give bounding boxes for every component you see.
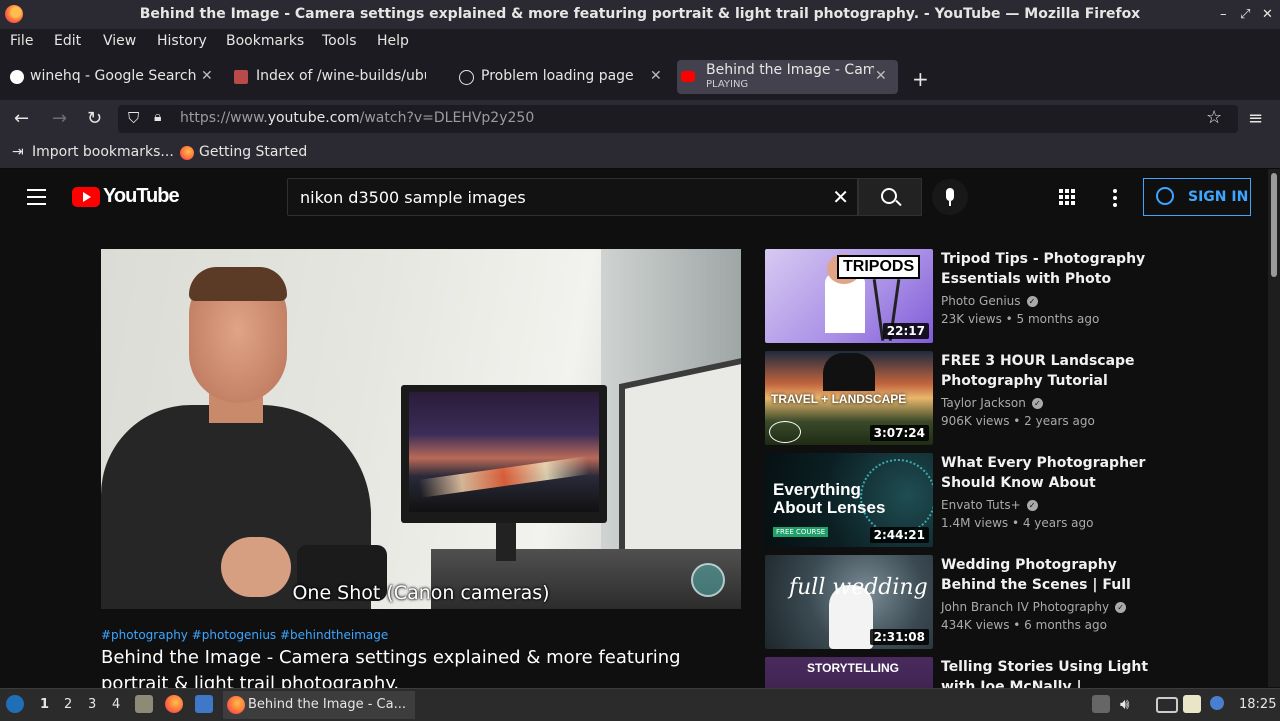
nav-toolbar: ← → ↻ ⛉ 🔒︎ https://www.youtube.com/watch… [0, 100, 1280, 138]
menu-history[interactable]: History [157, 33, 207, 49]
video-thumbnail[interactable]: TRAVEL + LANDSCAPE 3:07:24 [765, 351, 933, 445]
url-text[interactable]: https://www.youtube.com/watch?v=DLEHVp2y… [180, 110, 534, 126]
video-thumbnail[interactable]: Everything About Lenses FREE COURSE 2:44… [765, 453, 933, 547]
bookmark-star-icon[interactable]: ☆ [1206, 107, 1222, 128]
google-icon [10, 70, 24, 84]
workspace-3[interactable]: 3 [88, 697, 96, 712]
search-input[interactable] [298, 187, 822, 208]
bookmark-getting-started[interactable]: Getting Started [199, 144, 307, 160]
video-caption: One Shot (Canon cameras) [292, 582, 550, 604]
apps-grid-icon[interactable] [1059, 189, 1075, 205]
suggested-video[interactable]: full wedding 2:31:08 Wedding Photography… [765, 555, 1165, 649]
close-tab-icon[interactable]: ✕ [201, 68, 213, 84]
verified-icon: ✓ [1115, 602, 1127, 613]
verified-icon: ✓ [1031, 398, 1043, 409]
taskbar-clock[interactable]: 18:25 [1239, 697, 1276, 712]
guide-menu-icon[interactable] [27, 189, 46, 191]
menu-view[interactable]: View [103, 33, 136, 49]
monitor-graphic [401, 385, 607, 523]
firefox-icon [227, 696, 245, 714]
display-icon[interactable] [1156, 697, 1178, 713]
maximize-button[interactable]: ⤢ [1240, 7, 1250, 22]
suggested-video[interactable]: STORYTELLING Telling Stories Using Light… [765, 657, 1165, 688]
close-window-button[interactable]: ✕ [1262, 7, 1273, 22]
tab-problem-loading[interactable]: Problem loading page ✕ [455, 60, 667, 94]
video-thumbnail[interactable]: TRIPODS 22:17 [765, 249, 933, 343]
search-icon [881, 188, 897, 204]
verified-icon: ✓ [1026, 296, 1038, 307]
forward-icon[interactable]: → [52, 108, 67, 129]
page-icon [234, 70, 248, 84]
os-taskbar: 1 2 3 4 Behind the Image - Ca... 🔊︎ 18:2… [0, 688, 1280, 721]
tab-google-search[interactable]: winehq - Google Search ✕ [6, 60, 218, 94]
new-tab-button[interactable]: + [912, 67, 929, 101]
file-manager-icon[interactable] [135, 695, 153, 713]
minimize-button[interactable]: – [1220, 7, 1227, 22]
terminal-icon[interactable] [195, 695, 213, 713]
youtube-header: YouTube ✕ SIGN IN [0, 169, 1268, 225]
tab-strip: winehq - Google Search ✕ Index of /wine-… [0, 55, 1280, 100]
suggested-video[interactable]: TRAVEL + LANDSCAPE 3:07:24 FREE 3 HOUR L… [765, 351, 1165, 445]
clipboard-icon[interactable] [1183, 695, 1201, 713]
bookmark-import[interactable]: Import bookmarks... [32, 144, 174, 160]
search-button[interactable] [858, 178, 922, 216]
video-thumbnail[interactable]: full wedding 2:31:08 [765, 555, 933, 649]
sign-in-button[interactable]: SIGN IN [1143, 178, 1251, 216]
hamburger-menu-icon[interactable]: ≡ [1248, 108, 1263, 129]
suggested-video[interactable]: Everything About Lenses FREE COURSE 2:44… [765, 453, 1165, 547]
workspace-1[interactable]: 1 [40, 697, 49, 712]
close-tab-icon[interactable]: ✕ [875, 68, 887, 84]
workspace-4[interactable]: 4 [112, 697, 120, 712]
suggested-video[interactable]: TRIPODS 22:17 Tripod Tips - Photography … [765, 249, 1165, 343]
firefox-bookmark-icon [180, 146, 194, 160]
youtube-logo-text[interactable]: YouTube [103, 185, 180, 208]
menu-file[interactable]: File [10, 33, 33, 49]
verified-icon: ✓ [1026, 500, 1038, 511]
video-hashtags[interactable]: #photography #photogenius #behindtheimag… [101, 628, 388, 642]
shield-icon[interactable]: ⛉ [128, 109, 139, 127]
menu-edit[interactable]: Edit [54, 33, 81, 49]
volume-icon[interactable]: 🔊︎ [1120, 695, 1129, 713]
start-menu-icon[interactable] [6, 695, 24, 713]
url-bar[interactable]: ⛉ 🔒︎ https://www.youtube.com/watch?v=DLE… [118, 105, 1238, 133]
page-scrollbar[interactable] [1268, 169, 1280, 687]
reload-icon[interactable]: ↻ [87, 108, 102, 129]
bookmarks-toolbar: ⇥ Import bookmarks... Getting Started [0, 138, 1280, 169]
microphone-icon [946, 188, 954, 201]
search-box[interactable]: ✕ [287, 178, 858, 216]
settings-more-icon[interactable] [1113, 189, 1117, 193]
import-bookmarks-icon: ⇥ [12, 144, 24, 160]
tab-youtube-active[interactable]: Behind the Image - Came PLAYING ✕ [677, 60, 898, 94]
youtube-logo-icon[interactable] [72, 187, 100, 207]
clear-search-icon[interactable]: ✕ [832, 185, 849, 209]
taskbar-firefox-window[interactable]: Behind the Image - Ca... [223, 691, 415, 719]
tray-app-icon[interactable] [1092, 695, 1110, 713]
menubar: File Edit View History Bookmarks Tools H… [0, 29, 1280, 55]
tab-wine-builds[interactable]: Index of /wine-builds/ubu [230, 60, 450, 94]
account-icon [1156, 187, 1174, 205]
youtube-icon [681, 71, 695, 82]
workspace-2[interactable]: 2 [64, 697, 72, 712]
close-tab-icon[interactable]: ✕ [650, 68, 662, 84]
update-notifier-icon[interactable] [1210, 696, 1224, 710]
menu-bookmarks[interactable]: Bookmarks [226, 33, 304, 49]
firefox-launcher-icon[interactable] [165, 695, 183, 713]
window-titlebar: Behind the Image - Camera settings expla… [0, 0, 1280, 29]
video-player[interactable]: One Shot (Canon cameras) [101, 249, 741, 609]
window-title: Behind the Image - Camera settings expla… [139, 6, 1141, 22]
lock-icon[interactable]: 🔒︎ [154, 109, 161, 125]
scrollbar-thumb[interactable] [1271, 173, 1277, 277]
video-thumbnail[interactable]: STORYTELLING [765, 657, 933, 688]
back-icon[interactable]: ← [14, 108, 29, 129]
menu-help[interactable]: Help [377, 33, 409, 49]
info-icon [459, 70, 474, 85]
menu-tools[interactable]: Tools [322, 33, 357, 49]
voice-search-button[interactable] [932, 179, 968, 215]
